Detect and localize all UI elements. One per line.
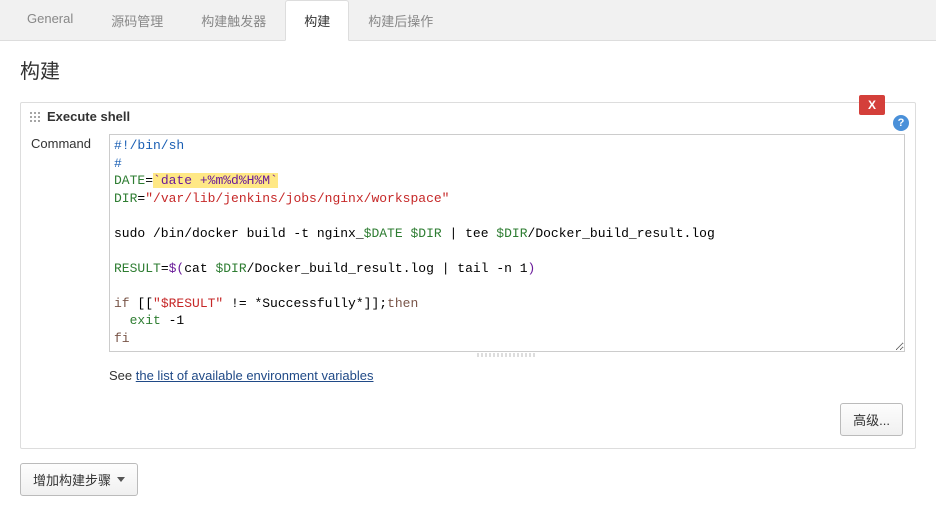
advanced-button[interactable]: 高级... — [840, 403, 903, 436]
delete-step-button[interactable]: X — [859, 95, 885, 115]
tab-build[interactable]: 构建 — [285, 0, 349, 41]
advanced-row: 高级... — [21, 397, 915, 448]
build-step-execute-shell: X ? Execute shell Command #!/bin/sh # DA… — [20, 102, 916, 449]
content-area: 构建 X ? Execute shell Command #!/bin/sh #… — [0, 41, 936, 516]
env-variables-link[interactable]: the list of available environment variab… — [136, 368, 374, 383]
config-tabs: General 源码管理 构建触发器 构建 构建后操作 — [0, 0, 936, 41]
env-variables-row: See the list of available environment va… — [109, 368, 905, 383]
command-textarea[interactable]: #!/bin/sh # DATE=`date +%m%d%H%M` DIR="/… — [109, 134, 905, 352]
build-step-container: X ? Execute shell Command #!/bin/sh # DA… — [20, 102, 916, 449]
add-step-row: 增加构建步骤 — [20, 463, 916, 496]
add-build-step-button[interactable]: 增加构建步骤 — [20, 463, 138, 496]
help-icon[interactable]: ? — [893, 115, 909, 131]
tab-post[interactable]: 构建后操作 — [349, 0, 452, 41]
tab-general[interactable]: General — [8, 0, 92, 41]
add-build-step-label: 增加构建步骤 — [33, 470, 111, 489]
drag-handle-icon[interactable] — [29, 111, 41, 123]
command-field: #!/bin/sh # DATE=`date +%m%d%H%M` DIR="/… — [109, 134, 905, 383]
tab-triggers[interactable]: 构建触发器 — [182, 0, 285, 41]
step-header[interactable]: Execute shell — [21, 103, 915, 130]
tab-scm[interactable]: 源码管理 — [92, 0, 182, 41]
resize-handle[interactable] — [109, 352, 905, 358]
chevron-down-icon — [117, 477, 125, 482]
command-label: Command — [31, 134, 109, 383]
step-body: Command #!/bin/sh # DATE=`date +%m%d%H%M… — [21, 130, 915, 397]
step-title: Execute shell — [47, 109, 130, 124]
env-prefix: See — [109, 368, 136, 383]
section-title: 构建 — [20, 55, 916, 84]
